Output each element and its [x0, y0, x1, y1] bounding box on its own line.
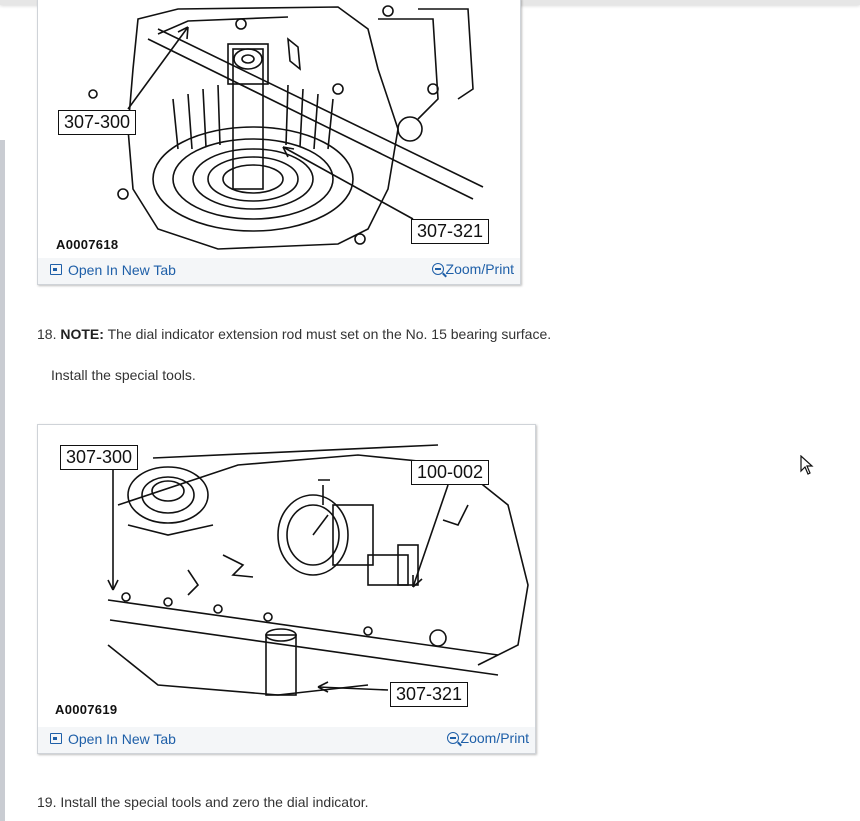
open-in-new-tab-link[interactable]: Open In New Tab	[50, 731, 176, 747]
callout-307-321: 307-321	[390, 682, 469, 707]
zoom-print-link[interactable]: Zoom/Print	[431, 261, 514, 277]
figure-a0007619: 307-300 100-002 307-321 A0007619 Open In…	[37, 424, 536, 754]
step-18: 18. NOTE: The dial indicator extension r…	[37, 326, 551, 342]
note-label: NOTE:	[60, 326, 104, 342]
zoom-icon	[431, 263, 444, 275]
callout-307-321: 307-321	[411, 219, 490, 244]
figure-id: A0007618	[56, 237, 119, 252]
open-new-tab-icon	[50, 733, 62, 744]
note-text: The dial indicator extension rod must se…	[107, 326, 552, 342]
callout-307-300: 307-300	[58, 110, 137, 135]
callout-307-300: 307-300	[60, 445, 139, 470]
figure-footer: Open In New Tab Zoom/Print	[38, 727, 535, 753]
step-19: 19. Install the special tools and zero t…	[37, 794, 369, 810]
zoom-icon	[446, 732, 459, 744]
open-in-new-tab-label: Open In New Tab	[68, 731, 176, 747]
figure-footer: Open In New Tab Zoom/Print	[38, 258, 520, 284]
mouse-cursor-icon	[800, 455, 814, 475]
open-in-new-tab-label: Open In New Tab	[68, 262, 176, 278]
callout-100-002: 100-002	[411, 460, 490, 485]
open-new-tab-icon	[50, 264, 62, 275]
figure-a0007618: 307-300 307-321 A0007618 Open In New Tab…	[37, 0, 521, 285]
step-text: Install the special tools and zero the d…	[60, 794, 369, 810]
step-number: 19.	[37, 794, 57, 810]
left-scroll-strip	[0, 140, 5, 821]
step-number: 18.	[37, 326, 57, 342]
step-18-instruction: Install the special tools.	[51, 367, 196, 383]
open-in-new-tab-link[interactable]: Open In New Tab	[50, 262, 176, 278]
zoom-print-label: Zoom/Print	[445, 261, 514, 277]
zoom-print-link[interactable]: Zoom/Print	[446, 730, 529, 746]
zoom-print-label: Zoom/Print	[460, 730, 529, 746]
figure-id: A0007619	[55, 702, 118, 717]
